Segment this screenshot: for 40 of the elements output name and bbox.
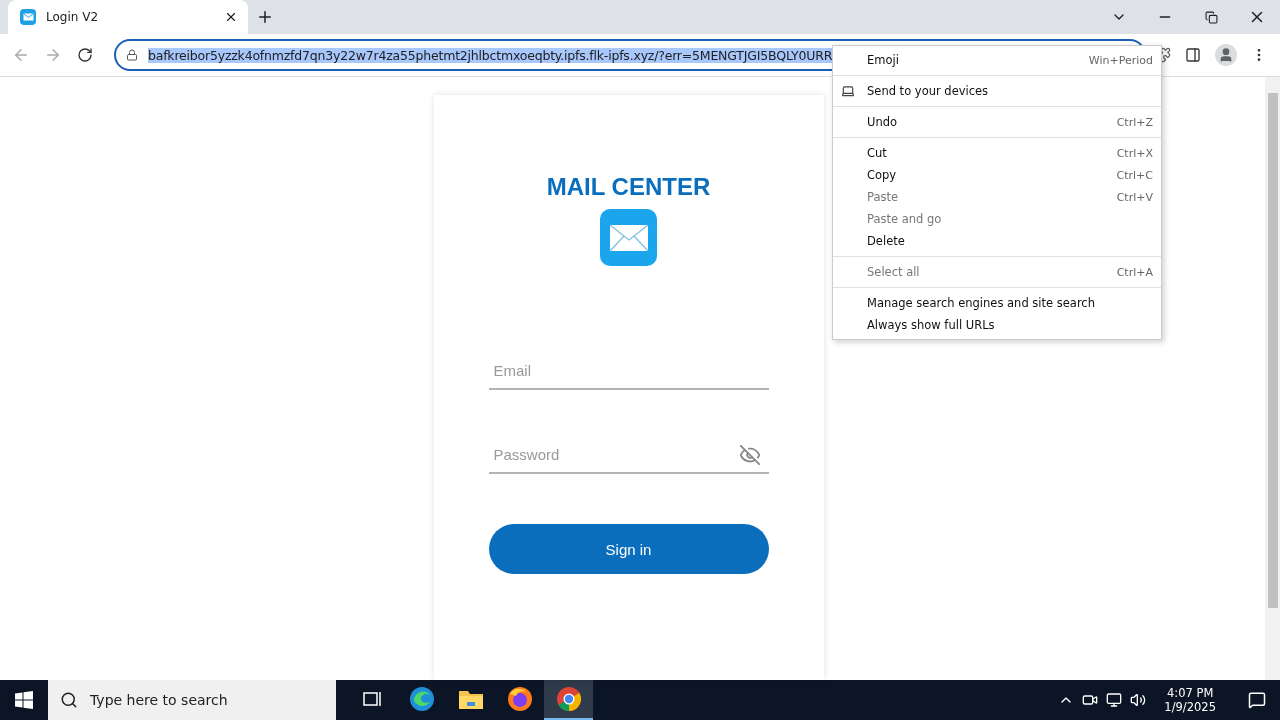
task-view-icon — [362, 690, 383, 708]
new-tab-icon[interactable] — [256, 8, 274, 26]
search-icon — [60, 691, 78, 709]
windows-icon[interactable] — [15, 691, 33, 709]
menu-item[interactable]: Copy Ctrl+C — [833, 164, 1161, 186]
password-field[interactable]: Password — [488, 436, 769, 474]
url-text: bafkreibor5yzzk4ofnmzfd7qn3y22w7r4za55phetmt2jhlbctmxoeqbty.ipfs.flk-ipfs.xyz/?err=5MENGTJGI5BQLY0URR — [147, 47, 833, 63]
clock[interactable]: 4:07 PM 1/9/2025 — [1154, 686, 1226, 714]
menu-item[interactable]: Manage search engines and site search — [833, 292, 1161, 314]
edge-icon — [408, 686, 435, 712]
laptop-icon — [841, 84, 855, 98]
envelope-icon — [600, 209, 657, 266]
camera-icon[interactable] — [1082, 692, 1099, 708]
taskbar-search-field[interactable]: Type here to search — [48, 680, 336, 720]
volume-icon[interactable] — [1130, 692, 1147, 708]
scrollbar[interactable] — [1265, 77, 1280, 680]
menu-item[interactable]: Cut Ctrl+X — [833, 142, 1161, 164]
profile-icon[interactable] — [1215, 44, 1238, 66]
notifications-icon[interactable] — [1248, 691, 1266, 709]
reload-icon[interactable] — [76, 47, 93, 63]
taskbar-app[interactable] — [544, 680, 593, 720]
side-panel-icon[interactable] — [1185, 47, 1202, 63]
firefox-icon — [506, 686, 533, 712]
page-title: MAIL CENTER — [546, 173, 711, 201]
browser-tab[interactable]: Login V2 — [8, 0, 248, 34]
menu-item[interactable]: Send to your devices — [833, 80, 1161, 102]
tab-title: Login V2 — [46, 10, 100, 24]
menu-item[interactable]: Delete — [833, 230, 1161, 252]
menu-item[interactable]: Always show full URLs — [833, 314, 1161, 336]
restore-icon[interactable] — [1204, 10, 1218, 24]
lock-icon — [125, 49, 138, 61]
close-icon[interactable] — [224, 10, 238, 24]
network-icon[interactable] — [1106, 692, 1123, 708]
menu-item[interactable]: Undo Ctrl+Z — [833, 111, 1161, 133]
mail-icon — [20, 9, 36, 25]
email-field[interactable]: Email — [488, 352, 769, 390]
sign-in-button[interactable]: Sign in — [488, 524, 769, 574]
hide-password-icon[interactable] — [738, 444, 761, 466]
folder-icon — [457, 688, 484, 710]
chrome-icon — [555, 686, 582, 712]
